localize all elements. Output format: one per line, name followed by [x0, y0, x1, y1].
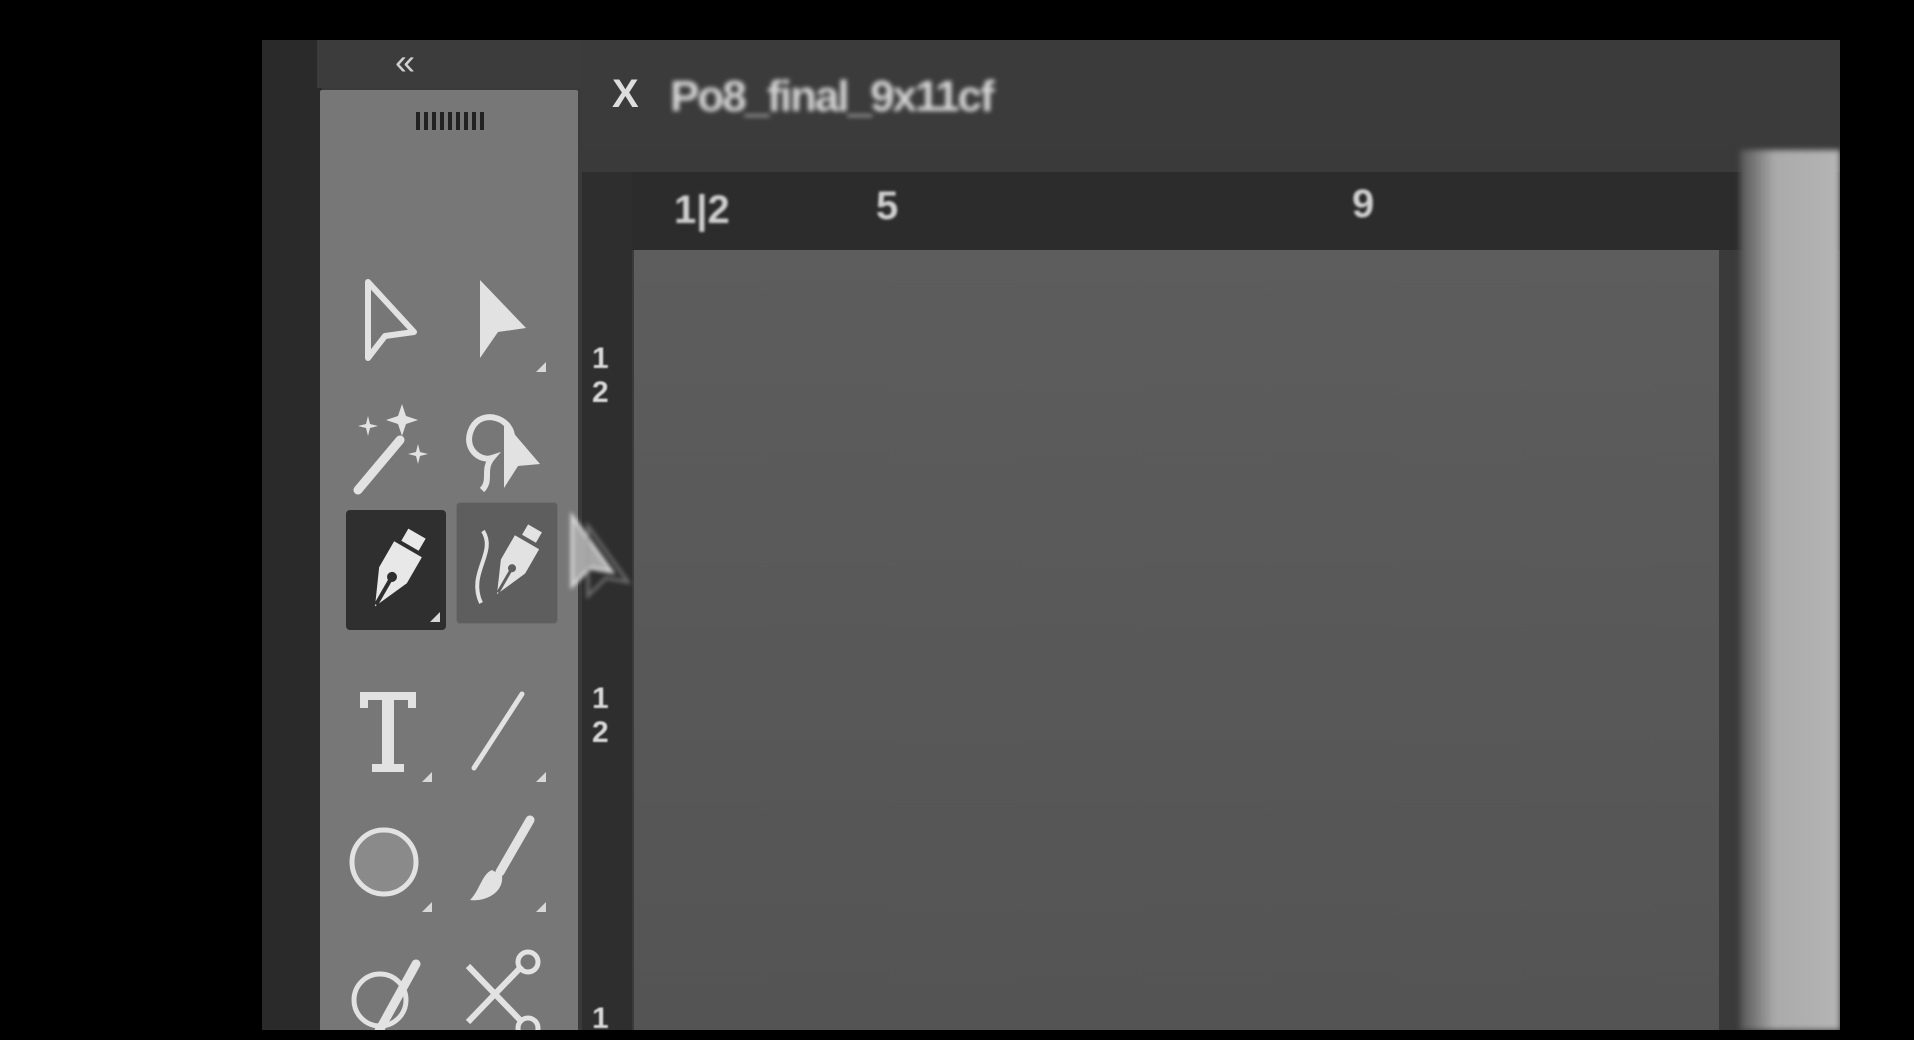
collapse-panel-button[interactable]: «: [395, 42, 415, 82]
line-icon: [471, 691, 525, 771]
ellipse-icon: [349, 827, 419, 897]
panel-grip-icon[interactable]: [416, 110, 488, 132]
scissors-tool[interactable]: [452, 940, 552, 1030]
line-segment-tool[interactable]: [452, 670, 552, 790]
window-edge: [262, 40, 322, 1030]
ruler-label: 1|2: [674, 188, 730, 232]
ruler-label: 5: [876, 184, 899, 228]
document-tab-bar: X Po8_final_9x11cf: [582, 40, 1840, 150]
flyout-indicator: [422, 902, 432, 912]
mouse-cursor-icon: [570, 512, 632, 600]
flyout-indicator: [422, 772, 432, 782]
shaper-icon: [351, 959, 421, 1030]
magic-wand-tool[interactable]: [338, 390, 438, 510]
pen-tool[interactable]: [346, 510, 446, 630]
pen-icon: [374, 528, 426, 607]
artboard-canvas[interactable]: [634, 250, 1719, 1030]
tools-panel: [320, 90, 578, 1030]
flyout-indicator: [430, 612, 440, 622]
shaper-tool[interactable]: [338, 940, 438, 1030]
flyout-indicator: [536, 362, 546, 372]
paintbrush-tool[interactable]: [452, 800, 552, 920]
flyout-indicator: [536, 772, 546, 782]
arrow-outline-icon: [365, 279, 417, 361]
type-tool[interactable]: [338, 670, 438, 790]
arrow-filled-icon: [480, 280, 526, 358]
scissors-icon: [465, 949, 541, 1030]
lasso-icon: [466, 414, 540, 493]
horizontal-ruler: 1|2 5 9: [582, 172, 1840, 250]
curvature-pen-icon: [475, 524, 542, 604]
direct-selection-tool[interactable]: [452, 260, 552, 380]
type-icon: [360, 692, 416, 772]
curvature-tool[interactable]: [456, 502, 558, 624]
lasso-tool[interactable]: [452, 390, 552, 510]
ruler-label: 9: [1352, 182, 1375, 226]
selection-tool[interactable]: [338, 260, 438, 380]
ellipse-tool[interactable]: [338, 800, 438, 920]
close-tab-button[interactable]: X: [612, 72, 639, 117]
ruler-label: 12: [592, 682, 609, 749]
ruler-label: 12: [592, 342, 609, 409]
right-panel-edge: [1740, 150, 1840, 1030]
ruler-label: 1: [592, 1002, 609, 1030]
flyout-indicator: [536, 902, 546, 912]
brush-icon: [470, 815, 535, 901]
document-tab-title[interactable]: Po8_final_9x11cf: [670, 72, 995, 122]
illustrator-window: « X Po8_final_9x11cf 1|2 5 9 1 2 1 2 1: [262, 40, 1840, 1030]
magic-wand-icon: [353, 404, 428, 495]
